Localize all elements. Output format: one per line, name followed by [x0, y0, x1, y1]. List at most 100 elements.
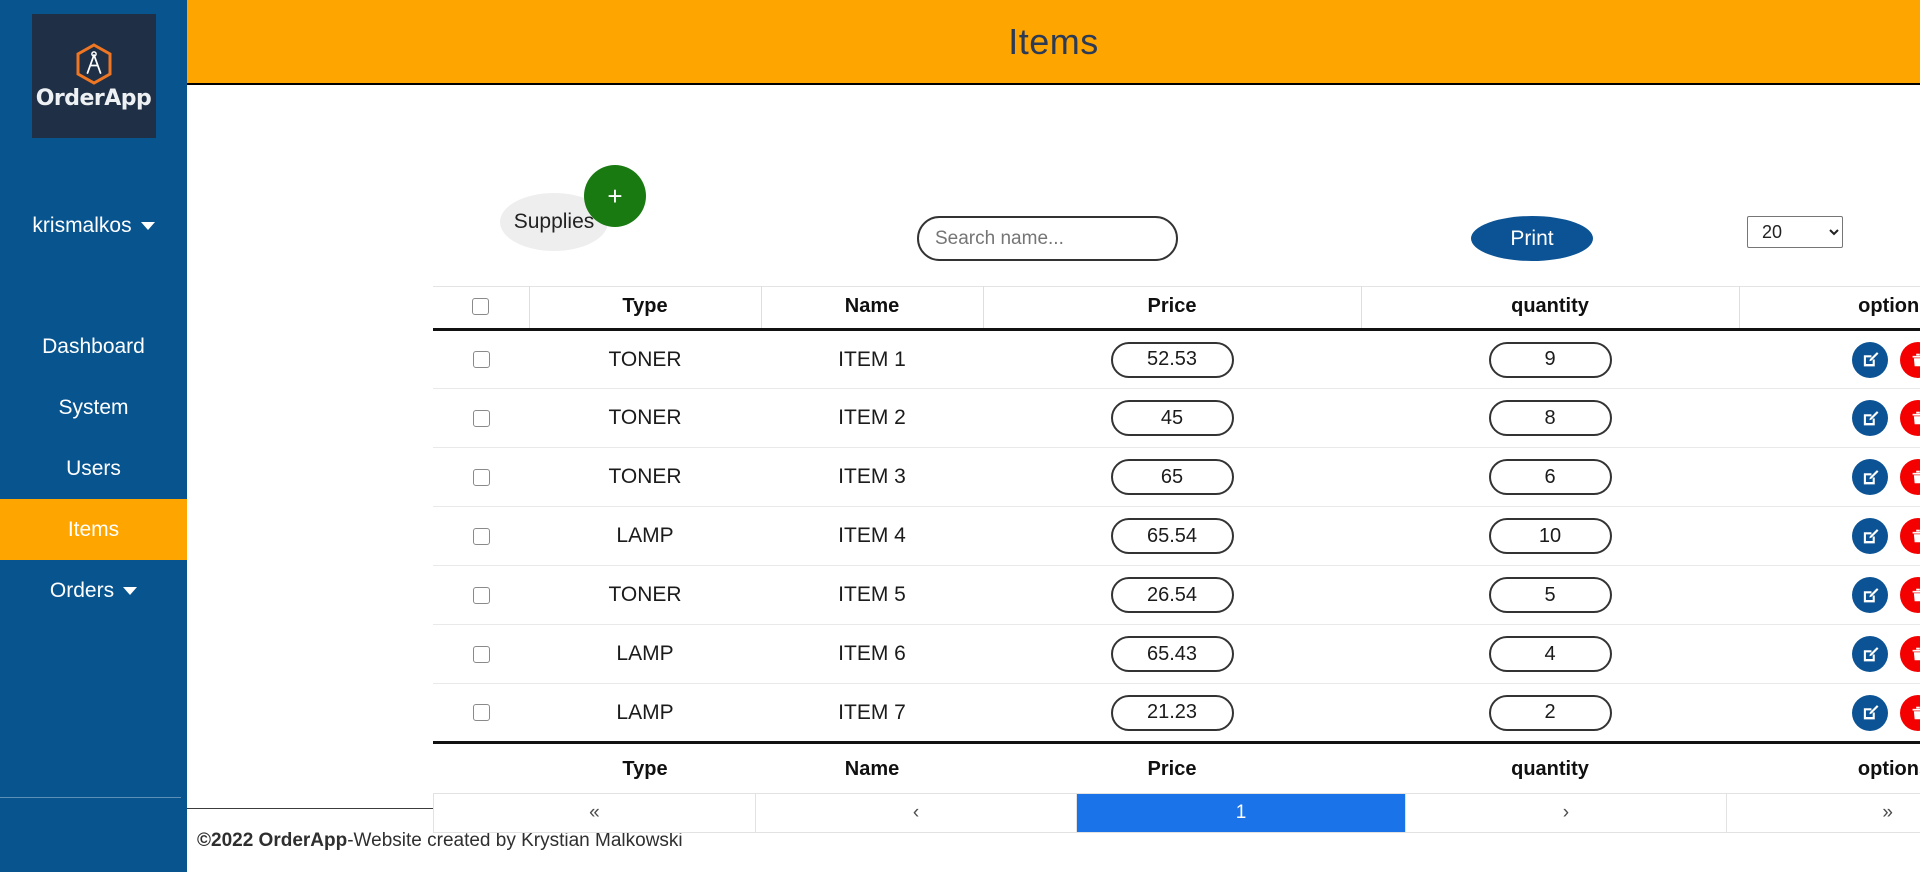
table-row: TONER ITEM 3: [433, 447, 1920, 507]
cell-price: [983, 683, 1361, 744]
row-actions: [1740, 518, 1920, 554]
cell-quantity: [1361, 683, 1739, 744]
trash-icon[interactable]: [1900, 518, 1920, 554]
sidebar-item-orders[interactable]: Orders: [0, 560, 187, 621]
quantity-input[interactable]: [1488, 518, 1612, 554]
footer-column-type: Type: [622, 758, 668, 780]
column-header-price[interactable]: Price: [982, 286, 1362, 331]
footer-spacer: [433, 743, 529, 790]
edit-pencil-icon[interactable]: [1852, 400, 1888, 436]
main-area: Items Supplies + Print 20: [187, 0, 1920, 872]
cell-options: [1739, 388, 1920, 448]
table-head: Type Name Price quantity options: [433, 286, 1920, 331]
price-input[interactable]: [1110, 459, 1234, 495]
app-root: OrderApp krismalkos Dashboard System Use…: [0, 0, 1920, 872]
cell-price: [983, 329, 1361, 389]
edit-pencil-icon[interactable]: [1852, 636, 1888, 672]
row-checkbox[interactable]: [472, 586, 490, 604]
sidebar-item-label: Dashboard: [42, 334, 145, 358]
table-footer-row: Type Name Price quantity options: [433, 743, 1920, 790]
pagination-first-button[interactable]: «: [434, 794, 756, 832]
cell-quantity: [1361, 624, 1739, 684]
table-row: LAMP ITEM 6: [433, 624, 1920, 684]
column-header-type[interactable]: Type: [528, 286, 762, 331]
row-select-cell: [433, 683, 529, 744]
sidebar-item-dashboard[interactable]: Dashboard: [0, 316, 187, 377]
sidebar-user-menu[interactable]: krismalkos: [32, 214, 155, 238]
select-all-checkbox[interactable]: [472, 298, 490, 316]
row-checkbox[interactable]: [472, 409, 490, 427]
pagination-page-1-button[interactable]: 1: [1077, 794, 1406, 832]
page-content: Supplies + Print 20: [187, 85, 1920, 833]
row-checkbox[interactable]: [472, 704, 490, 722]
price-input[interactable]: [1110, 577, 1234, 613]
sidebar-item-users[interactable]: Users: [0, 438, 187, 499]
row-actions: [1740, 459, 1920, 495]
price-input[interactable]: [1110, 341, 1234, 378]
quantity-input[interactable]: [1488, 636, 1612, 672]
column-header-name[interactable]: Name: [760, 286, 984, 331]
chevron-down-icon: [140, 222, 155, 230]
row-actions: [1740, 577, 1920, 613]
row-select-cell: [433, 565, 529, 625]
select-all-header: [433, 286, 530, 331]
quantity-input[interactable]: [1488, 400, 1612, 436]
cell-options: [1739, 624, 1920, 684]
entries-per-page-select[interactable]: 20: [1747, 216, 1843, 248]
table-row: TONER ITEM 5: [433, 565, 1920, 625]
supplies-label: Supplies: [513, 210, 595, 233]
search-input[interactable]: [917, 216, 1178, 261]
column-header-quantity[interactable]: quantity: [1360, 286, 1740, 331]
quantity-input[interactable]: [1488, 694, 1612, 731]
sidebar-nav: Dashboard System Users Items Orders: [0, 316, 187, 621]
price-input[interactable]: [1110, 636, 1234, 672]
quantity-input[interactable]: [1488, 459, 1612, 495]
row-select-cell: [433, 329, 529, 389]
pagination-next-button[interactable]: ›: [1405, 794, 1728, 832]
cell-price: [983, 447, 1361, 507]
brand-logo[interactable]: OrderApp: [31, 14, 156, 138]
cell-price: [983, 506, 1361, 566]
print-button[interactable]: Print: [1471, 216, 1593, 261]
row-actions: [1740, 636, 1920, 672]
row-checkbox[interactable]: [472, 527, 490, 545]
table-row: LAMP ITEM 4: [433, 506, 1920, 566]
sidebar-user-label: krismalkos: [32, 214, 132, 237]
price-input[interactable]: [1110, 518, 1234, 554]
row-select-cell: [433, 447, 529, 507]
cell-type: LAMP: [529, 683, 761, 744]
edit-pencil-icon[interactable]: [1852, 518, 1888, 554]
sidebar-divider: [0, 797, 181, 798]
row-checkbox[interactable]: [472, 351, 490, 369]
trash-icon[interactable]: [1900, 694, 1920, 731]
edit-pencil-icon[interactable]: [1852, 694, 1888, 731]
row-checkbox[interactable]: [472, 468, 490, 486]
trash-icon[interactable]: [1900, 400, 1920, 436]
price-input[interactable]: [1110, 694, 1234, 731]
trash-icon[interactable]: [1900, 636, 1920, 672]
cell-name: ITEM 6: [761, 624, 983, 684]
cell-name: ITEM 1: [761, 329, 983, 389]
row-checkbox[interactable]: [472, 645, 490, 663]
cell-options: [1739, 683, 1920, 744]
quantity-input[interactable]: [1488, 341, 1612, 378]
trash-icon[interactable]: [1900, 459, 1920, 495]
add-item-button[interactable]: +: [584, 165, 646, 227]
trash-icon[interactable]: [1900, 577, 1920, 613]
price-input[interactable]: [1110, 400, 1234, 436]
footer-column-price: Price: [1147, 758, 1197, 780]
edit-pencil-icon[interactable]: [1852, 577, 1888, 613]
edit-pencil-icon[interactable]: [1852, 459, 1888, 495]
edit-pencil-icon[interactable]: [1852, 341, 1888, 378]
sidebar-item-system[interactable]: System: [0, 377, 187, 438]
trash-icon[interactable]: [1900, 341, 1920, 378]
pagination-last-button[interactable]: »: [1727, 794, 1920, 832]
pagination-prev-button[interactable]: ‹: [755, 794, 1078, 832]
cell-name: ITEM 5: [761, 565, 983, 625]
cell-options: [1739, 506, 1920, 566]
cell-name: ITEM 4: [761, 506, 983, 566]
quantity-input[interactable]: [1488, 577, 1612, 613]
sidebar-item-items[interactable]: Items: [0, 499, 187, 560]
cell-options: [1739, 329, 1920, 389]
cell-options: [1739, 447, 1920, 507]
